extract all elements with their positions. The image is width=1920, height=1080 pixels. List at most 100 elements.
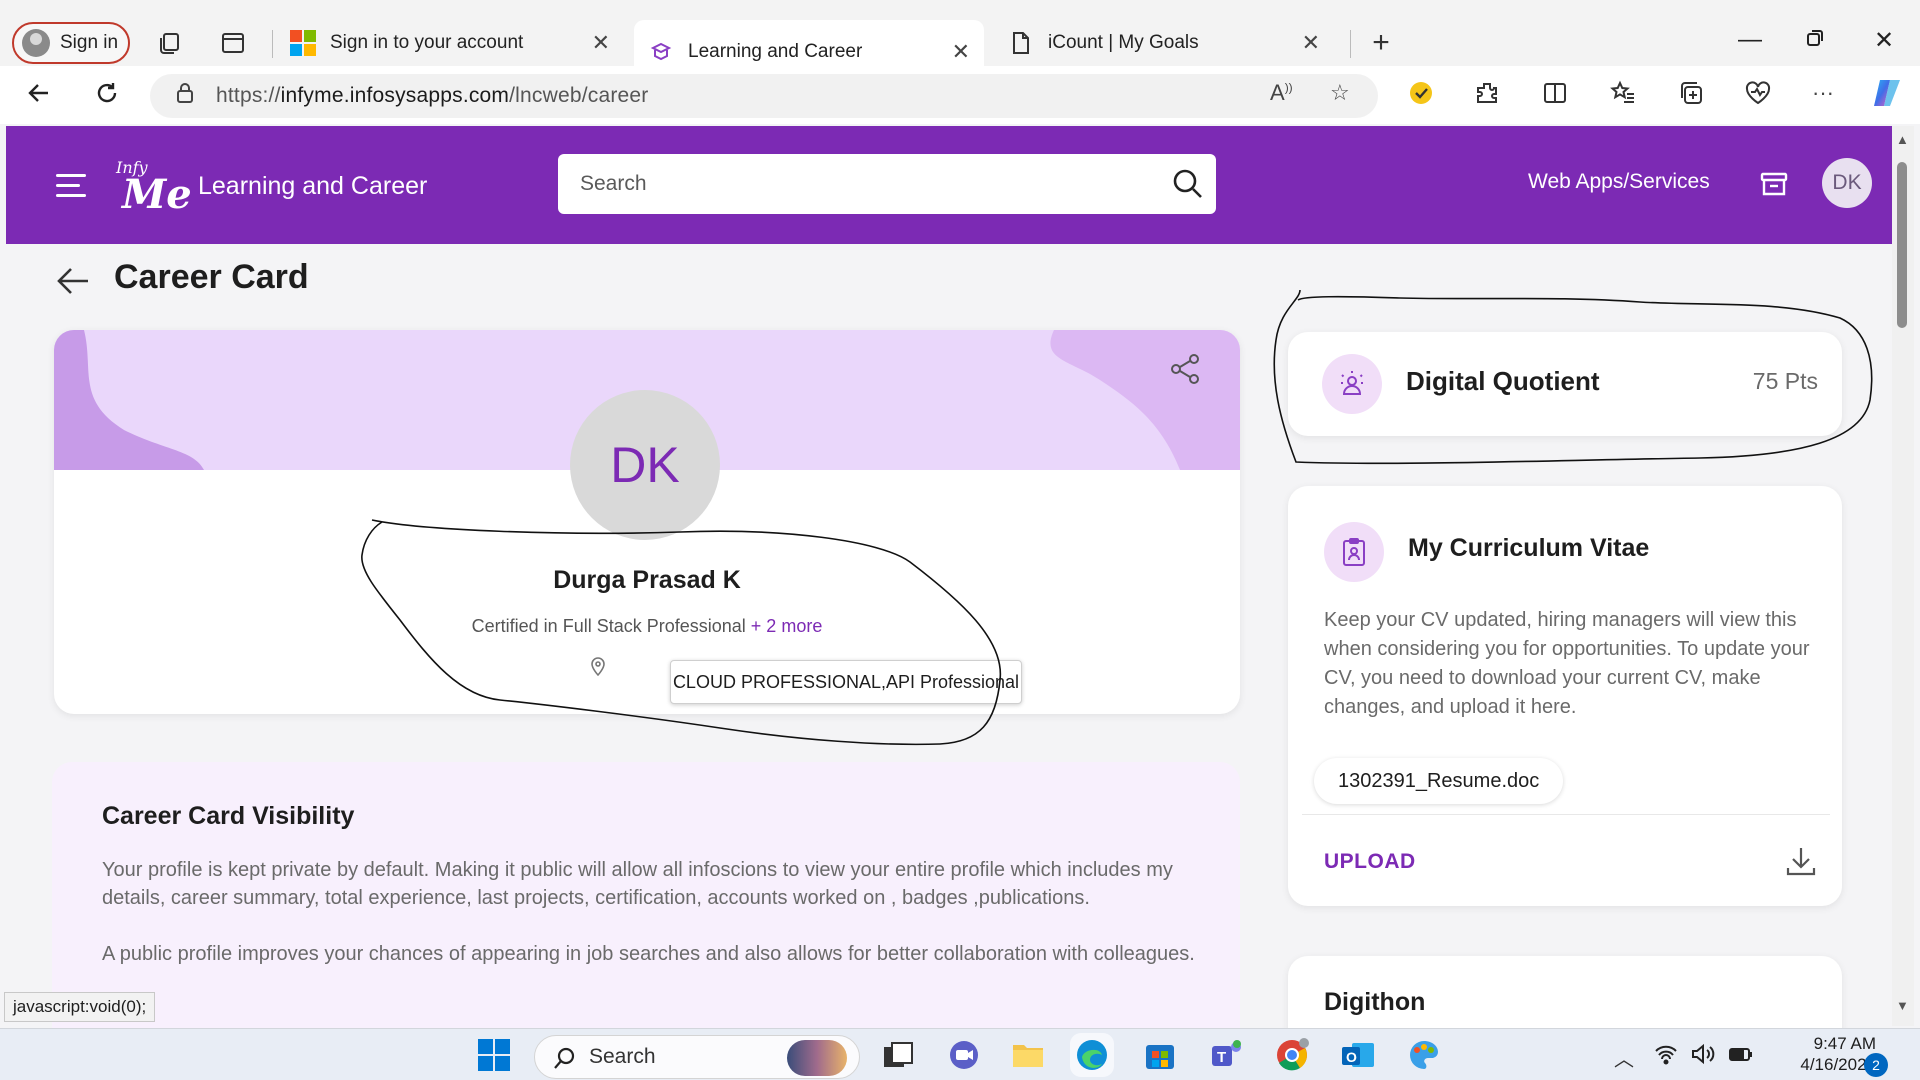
paint-icon[interactable] [1406,1037,1442,1073]
signin-label: Sign in [60,32,119,53]
meet-icon[interactable] [946,1037,982,1073]
taskbar-search-label: Search [589,1045,656,1068]
download-icon[interactable] [1784,844,1818,878]
scrollbar-thumb[interactable] [1897,162,1907,328]
close-window-icon[interactable]: ✕ [1874,26,1894,55]
visibility-card: Career Card Visibility Your profile is k… [52,762,1240,1062]
archive-icon[interactable] [1758,168,1790,200]
curriculum-vitae-card: My Curriculum Vitae Keep your CV updated… [1288,486,1842,906]
more-options-icon[interactable]: ··· [1812,80,1834,106]
cv-description: Keep your CV updated, hiring managers wi… [1324,609,1810,718]
certification-text: Certified in Full Stack Professional [471,616,746,636]
taskbar-search-icon [553,1046,577,1076]
show-hidden-icons-icon[interactable]: ︿ [1614,1043,1634,1072]
teams-icon[interactable]: T [1208,1037,1244,1073]
page-icon [1008,30,1034,56]
visibility-description: Your profile is kept private by default.… [102,859,1173,909]
volume-icon[interactable] [1690,1043,1716,1071]
address-row: https://infyme.infosysapps.com/lncweb/ca… [0,66,1920,124]
share-icon[interactable] [1168,352,1202,386]
more-certifications-link[interactable]: + 2 more [751,616,823,636]
site-search-input[interactable]: Search [558,154,1216,214]
chrome-icon[interactable] [1274,1037,1310,1073]
cv-title: My Curriculum Vitae [1408,534,1650,562]
back-icon[interactable] [26,80,52,106]
tab-icount-goals[interactable]: iCount | My Goals ✕ [994,20,1334,66]
url-text: https://infyme.infosysapps.com/lncweb/ca… [216,84,649,107]
close-tab-icon[interactable]: ✕ [1302,30,1320,56]
visibility-title: Career Card Visibility [102,802,355,830]
infyme-logo[interactable]: Infy Me [116,158,192,215]
visibility-benefit-text: A public profile improves your chances o… [102,943,1195,965]
cv-clipboard-icon [1324,522,1384,582]
outlook-icon[interactable]: O [1340,1037,1376,1073]
lock-icon[interactable] [176,82,194,110]
certifications-tooltip: CLOUD PROFESSIONAL,API Professional [670,660,1022,704]
microsoft-logo-icon [290,30,316,56]
web-apps-link[interactable]: Web Apps/Services [1528,170,1710,194]
digital-quotient-points: 75 Pts [1752,368,1818,394]
tab-sign-in[interactable]: Sign in to your account ✕ [276,20,624,66]
file-explorer-icon[interactable] [1010,1037,1046,1073]
refresh-icon[interactable] [94,80,120,106]
notification-badge[interactable]: 2 [1864,1053,1888,1077]
svg-text:T: T [1217,1049,1226,1066]
scroll-up-icon[interactable]: ▲ [1896,132,1909,147]
profile-name: Durga Prasad K [553,566,741,594]
favorite-star-icon[interactable]: ☆ [1330,80,1350,106]
profile-signin-button[interactable]: Sign in [12,22,130,64]
tab-actions-icon[interactable] [220,30,246,56]
learning-icon [648,39,674,65]
site-title[interactable]: Learning and Career [198,172,427,201]
search-placeholder: Search [580,172,647,195]
tab-title: iCount | My Goals [1048,32,1199,53]
split-screen-icon[interactable] [1542,80,1568,112]
scroll-down-icon[interactable]: ▼ [1896,998,1909,1013]
upload-button[interactable]: UPLOAD [1324,850,1416,874]
taskbar-search-box[interactable]: Search [534,1035,860,1079]
task-view-icon[interactable] [880,1037,916,1073]
close-tab-icon[interactable]: ✕ [592,30,610,56]
tab-title: Learning and Career [688,41,863,62]
address-bar[interactable]: https://infyme.infosysapps.com/lncweb/ca… [150,74,1378,118]
windows-taskbar: Search T O ︿ 9:47 AM 4/16/2024 2 [0,1028,1920,1080]
user-avatar[interactable]: DK [1822,158,1872,208]
tab-separator [1350,30,1351,58]
edge-icon[interactable] [1074,1037,1110,1073]
certification-line: Certified in Full Stack Professional + 2… [54,616,1240,637]
favorites-icon[interactable] [1610,80,1636,112]
copilot-icon[interactable] [1870,76,1904,116]
wifi-icon[interactable] [1654,1043,1678,1071]
restore-icon[interactable] [1806,26,1824,54]
tab-separator [272,30,273,58]
search-highlight-icon [787,1040,847,1076]
windows-start-icon[interactable] [476,1037,512,1073]
digital-quotient-card[interactable]: Digital Quotient 75 Pts [1288,332,1842,436]
profile-avatar: DK [570,390,720,540]
battery-icon[interactable] [1728,1043,1754,1071]
link-status-bar: javascript:void(0); [4,992,156,1022]
collections-icon[interactable] [1678,80,1704,112]
browser-essentials-icon[interactable] [1744,80,1772,112]
new-tab-icon[interactable]: + [1368,28,1394,58]
svg-text:O: O [1346,1049,1357,1065]
cv-file-chip[interactable]: 1302391_Resume.doc [1314,758,1564,804]
tab-title: Sign in to your account [330,32,524,53]
cv-divider [1302,814,1830,815]
extension-check-icon[interactable] [1408,80,1434,112]
clock-time: 9:47 AM [1813,1034,1876,1053]
minimize-icon[interactable]: — [1738,26,1762,54]
hamburger-menu-icon[interactable] [56,174,86,197]
extensions-icon[interactable] [1474,80,1500,112]
read-aloud-icon[interactable]: A)) [1270,80,1293,106]
microsoft-store-icon[interactable] [1142,1037,1178,1073]
digital-quotient-title: Digital Quotient [1406,366,1600,396]
search-icon[interactable] [1172,168,1204,200]
taskbar-clock[interactable]: 9:47 AM 4/16/2024 [1780,1033,1876,1075]
page-scrollbar[interactable]: ▲ ▼ [1892,126,1914,1026]
back-arrow-icon[interactable] [56,266,90,296]
workspaces-icon[interactable] [156,30,182,56]
profile-avatar-icon [22,29,50,57]
digithon-title: Digithon [1324,988,1426,1016]
close-tab-icon[interactable]: ✕ [952,39,970,65]
